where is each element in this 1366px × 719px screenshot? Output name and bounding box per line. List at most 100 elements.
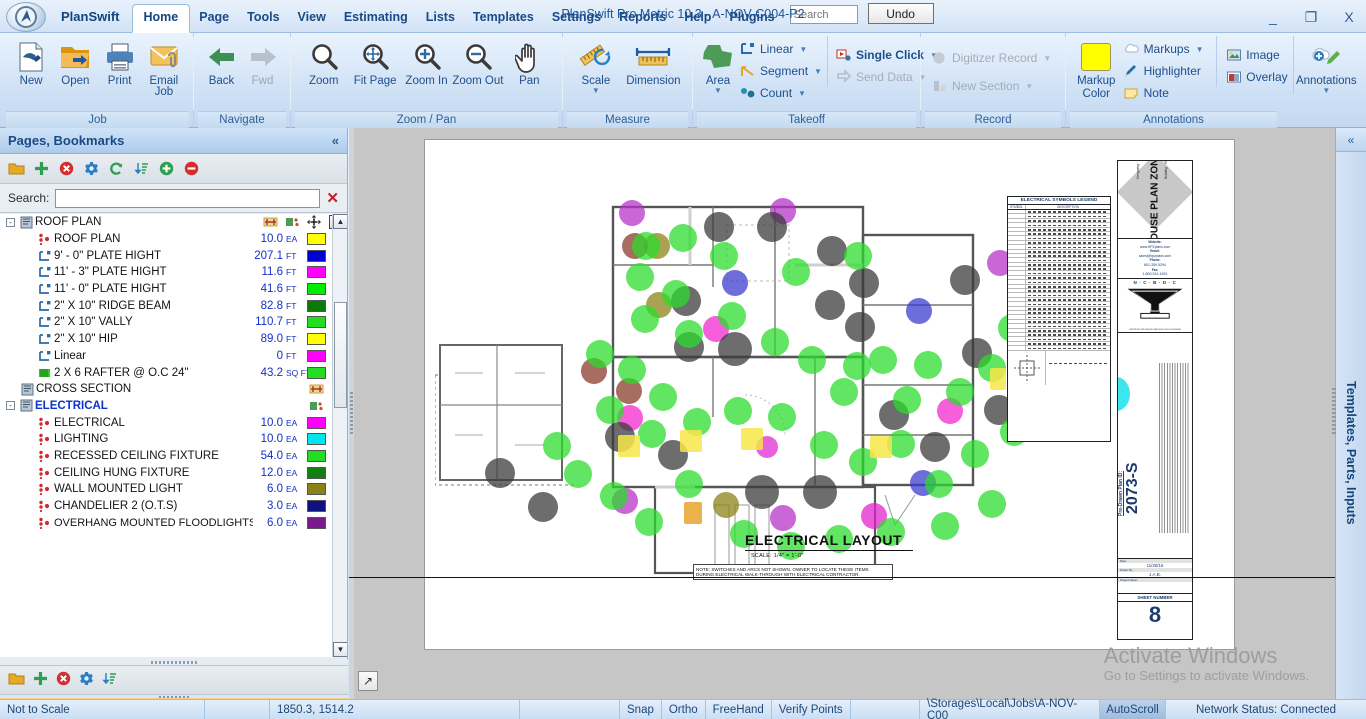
menu-item-lists[interactable]: Lists: [417, 4, 464, 32]
refresh-icon[interactable]: [108, 160, 125, 177]
dimension-button[interactable]: Dimension: [622, 36, 685, 88]
zoom-out-button[interactable]: Zoom Out: [452, 36, 503, 87]
note-button[interactable]: Note: [1120, 83, 1217, 103]
color-swatch[interactable]: [305, 333, 327, 346]
add-circle-icon[interactable]: [158, 160, 175, 177]
linear-dropdown-caret[interactable]: ▼: [799, 45, 807, 54]
table-row[interactable]: 2" X 10" VALLY 110.7 FT: [0, 314, 347, 331]
segment-button[interactable]: Segment ▼: [736, 61, 827, 81]
sidebar-item-templates-parts-inputs[interactable]: Templates, Parts, Inputs: [1340, 318, 1362, 588]
segment-dropdown-caret[interactable]: ▼: [814, 67, 822, 76]
menu-item-templates[interactable]: Templates: [464, 4, 543, 32]
takeoff-header-icon[interactable]: [305, 400, 327, 412]
table-row[interactable]: CROSS SECTION: [0, 381, 347, 398]
takeoff-header-icon[interactable]: [281, 216, 303, 228]
color-swatch[interactable]: [305, 249, 327, 262]
color-swatch[interactable]: [305, 266, 327, 279]
folder-icon[interactable]: [8, 160, 25, 177]
menu-item-home[interactable]: Home: [131, 4, 191, 33]
table-row[interactable]: CEILING HUNG FIXTURE 12.0 EA: [0, 464, 347, 481]
move-header-icon[interactable]: [303, 215, 325, 230]
table-row[interactable]: LIGHTING 10.0 EA: [0, 431, 347, 448]
tree-scroll-down-button[interactable]: ▼: [333, 642, 347, 657]
overlay-button[interactable]: Overlay: [1222, 67, 1292, 87]
color-swatch[interactable]: [305, 283, 327, 296]
new-job-button[interactable]: New: [9, 36, 53, 88]
add-icon[interactable]: [33, 671, 48, 689]
status-autoscroll-toggle[interactable]: AutoScroll: [1100, 700, 1166, 719]
pan-button[interactable]: Pan: [504, 36, 555, 88]
page-tree[interactable]: - ROOF PLAN ▲: [0, 214, 347, 657]
email-job-button[interactable]: Email Job: [142, 36, 186, 97]
menu-item-page[interactable]: Page: [190, 4, 238, 32]
area-button[interactable]: Area ▼: [700, 36, 736, 94]
dimension-header-icon[interactable]: [305, 383, 327, 395]
settings-gear-icon[interactable]: [83, 160, 100, 177]
app-orb-button[interactable]: [6, 2, 46, 32]
scale-dropdown-caret[interactable]: ▼: [592, 86, 600, 94]
color-swatch[interactable]: [305, 500, 327, 513]
maximize-button[interactable]: ❐: [1300, 8, 1322, 26]
open-job-button[interactable]: Open: [53, 36, 97, 88]
table-row[interactable]: OVERHANG MOUNTED FLOODLIGHTS 6.0 EA: [0, 514, 347, 531]
color-swatch[interactable]: [305, 416, 327, 429]
color-swatch[interactable]: [305, 516, 327, 529]
print-button[interactable]: Print: [98, 36, 142, 88]
table-row[interactable]: 2 X 6 RAFTER @ O.C 24" 43.2 SQ FT: [0, 364, 347, 381]
table-row[interactable]: 11' - 3" PLATE HIGHT 11.6 FT: [0, 264, 347, 281]
table-row[interactable]: 9' - 0" PLATE HIGHT 207.1 FT: [0, 247, 347, 264]
menu-item-settings[interactable]: Settings: [543, 4, 610, 32]
folder-icon[interactable]: [8, 672, 25, 689]
canvas-left-splitter[interactable]: [349, 128, 354, 699]
color-swatch[interactable]: [305, 449, 327, 462]
zoom-in-button[interactable]: Zoom In: [401, 36, 452, 87]
clear-search-icon[interactable]: ✕: [326, 189, 339, 207]
menu-item-tools[interactable]: Tools: [238, 4, 288, 32]
table-row[interactable]: RECESSED CEILING FIXTURE 54.0 EA: [0, 448, 347, 465]
color-swatch[interactable]: [305, 233, 327, 246]
status-snap-toggle[interactable]: Snap: [620, 700, 662, 719]
color-swatch[interactable]: [305, 349, 327, 362]
tree-scrollbar[interactable]: ▲ ▼: [332, 214, 347, 657]
markup-color-button[interactable]: Markup Color: [1073, 36, 1120, 99]
zoom-button[interactable]: Zoom: [298, 36, 349, 88]
markups-button[interactable]: Markups ▼: [1120, 39, 1217, 59]
image-button[interactable]: Image: [1222, 45, 1292, 65]
back-button[interactable]: Back: [201, 36, 242, 88]
color-swatch[interactable]: [305, 299, 327, 312]
drawing-canvas[interactable]: ELECTRICAL LAYOUT SCALE: 1/4" = 1'-0" NO…: [349, 128, 1335, 699]
table-row[interactable]: 2" X 10" HIP 89.0 FT: [0, 331, 347, 348]
settings-gear-icon[interactable]: [79, 671, 94, 689]
status-verify-points-toggle[interactable]: Verify Points: [772, 700, 851, 719]
table-row[interactable]: Linear 0 FT: [0, 348, 347, 365]
table-row[interactable]: WALL MOUNTED LIGHT 6.0 EA: [0, 481, 347, 498]
table-row[interactable]: CHANDELIER 2 (O.T.S) 3.0 EA: [0, 498, 347, 515]
minimize-button[interactable]: _: [1262, 8, 1284, 26]
table-row[interactable]: ROOF PLAN 10.0 EA: [0, 231, 347, 248]
close-button[interactable]: X: [1338, 8, 1360, 26]
count-dropdown-caret[interactable]: ▼: [798, 89, 806, 98]
markups-dropdown-caret[interactable]: ▼: [1196, 45, 1204, 54]
highlighter-button[interactable]: Highlighter: [1120, 61, 1217, 81]
single-click-button[interactable]: Single Click ▼: [833, 45, 938, 65]
tree-search-input[interactable]: [55, 188, 321, 208]
undo-button[interactable]: Undo: [867, 3, 934, 24]
delete-icon[interactable]: [56, 671, 71, 689]
right-panel-splitter[interactable]: [1332, 388, 1336, 434]
menu-item-estimating[interactable]: Estimating: [335, 4, 417, 32]
sort-icon[interactable]: [102, 671, 117, 689]
new-section-button[interactable]: New Section ▼: [928, 76, 1058, 96]
add-icon[interactable]: [33, 160, 50, 177]
table-row[interactable]: 11' - 0" PLATE HIGHT 41.6 FT: [0, 281, 347, 298]
expander-icon[interactable]: -: [4, 401, 17, 411]
color-swatch[interactable]: [305, 316, 327, 329]
table-row[interactable]: - ELECTRICAL: [0, 398, 347, 415]
count-button[interactable]: Count ▼: [736, 83, 827, 103]
menu-item-help[interactable]: Help: [675, 4, 720, 32]
remove-circle-icon[interactable]: [183, 160, 200, 177]
table-row[interactable]: - ROOF PLAN ▲: [0, 214, 347, 231]
left-panel-collapse-icon[interactable]: «: [332, 133, 339, 148]
color-swatch[interactable]: [305, 466, 327, 479]
status-freehand-toggle[interactable]: FreeHand: [706, 700, 772, 719]
menu-item-view[interactable]: View: [289, 4, 335, 32]
